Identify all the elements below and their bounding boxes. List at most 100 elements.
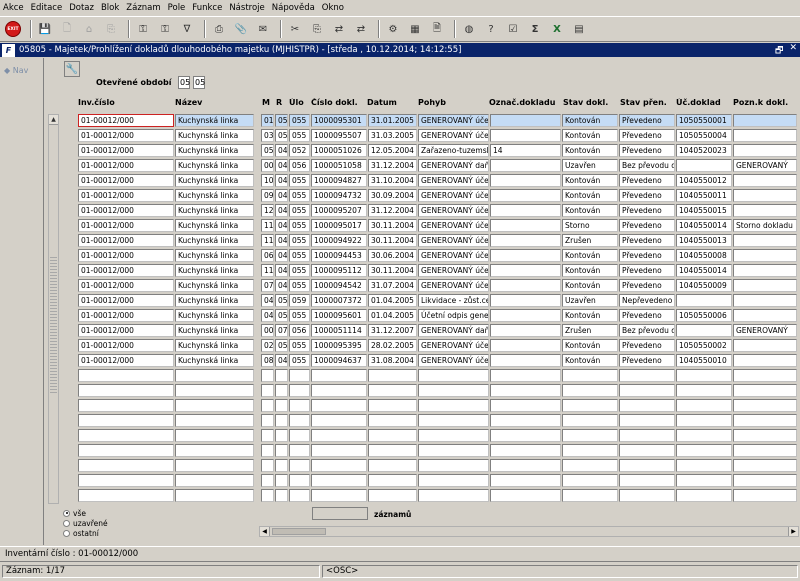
cell-date[interactable] [368, 474, 417, 487]
cell-stav[interactable] [562, 429, 618, 442]
cell-r[interactable] [275, 429, 288, 442]
scissors-icon[interactable]: ✂ [286, 20, 304, 38]
cell-r[interactable] [275, 489, 288, 502]
radio-icon[interactable] [63, 529, 70, 537]
cell-inv[interactable]: 01-00012/000 [78, 129, 174, 142]
cell-name[interactable]: Kuchynská linka [175, 324, 254, 337]
cell-pozn[interactable] [733, 294, 797, 307]
cell-inv[interactable]: 01-00012/000 [78, 159, 174, 172]
cell-ucd[interactable] [676, 384, 732, 397]
cell-date[interactable]: 28.02.2005 [368, 339, 417, 352]
cell-pohyb[interactable]: GENEROVANÝ účetní [418, 219, 489, 232]
cell-pozn[interactable]: GENEROVANÝ [733, 324, 797, 337]
cell-stavp[interactable] [619, 369, 675, 382]
cell-pozn[interactable] [733, 204, 797, 217]
cell-pohyb[interactable]: GENEROVANÝ účetní [418, 114, 489, 127]
cell-r[interactable]: 04 [275, 144, 288, 157]
cell-oznac[interactable] [490, 279, 561, 292]
cell-stavp[interactable]: Převedeno [619, 204, 675, 217]
cell-ulo[interactable] [289, 489, 310, 502]
cell-name[interactable] [175, 369, 254, 382]
horizontal-scroll-thumb[interactable] [272, 528, 326, 535]
cell-oznac[interactable]: 14 [490, 144, 561, 157]
cell-oznac[interactable] [490, 444, 561, 457]
cell-oznac[interactable] [490, 354, 561, 367]
tools-button[interactable]: 🔧 [64, 61, 80, 77]
close-button[interactable]: ✕ [789, 43, 797, 59]
cell-stav[interactable] [562, 399, 618, 412]
scroll-left-icon[interactable]: ◀ [260, 527, 270, 536]
cell-r[interactable] [275, 474, 288, 487]
cell-r[interactable]: 04 [275, 279, 288, 292]
cell-stav[interactable]: Zrušen [562, 234, 618, 247]
cell-doc[interactable]: 1000007372 [311, 294, 367, 307]
cell-stavp[interactable]: Převedeno [619, 189, 675, 202]
cell-pohyb[interactable]: GENEROVANÝ účetní [418, 234, 489, 247]
cell-stav[interactable]: Kontován [562, 309, 618, 322]
cell-pohyb[interactable]: GENEROVANÝ účetní [418, 279, 489, 292]
exit-button[interactable]: EXIT [4, 20, 22, 38]
cell-doc[interactable]: 1000094732 [311, 189, 367, 202]
cell-m[interactable]: 06 [261, 249, 274, 262]
cell-ulo[interactable]: 056 [289, 159, 310, 172]
cell-date[interactable]: 31.01.2005 [368, 114, 417, 127]
cell-ulo[interactable] [289, 474, 310, 487]
cell-stav[interactable]: Zrušen [562, 324, 618, 337]
cell-r[interactable]: 04 [275, 189, 288, 202]
key-icon[interactable]: ⚿ [156, 20, 174, 38]
cell-stav[interactable] [562, 444, 618, 457]
cell-name[interactable] [175, 459, 254, 472]
cell-date[interactable] [368, 459, 417, 472]
table-icon[interactable]: ▦ [406, 20, 424, 38]
cell-name[interactable]: Kuchynská linka [175, 174, 254, 187]
cell-stavp[interactable] [619, 474, 675, 487]
cell-ucd[interactable] [676, 459, 732, 472]
cell-ucd[interactable] [676, 444, 732, 457]
filter-icon[interactable]: ∇ [178, 20, 196, 38]
cell-stav[interactable]: Storno [562, 219, 618, 232]
cell-oznac[interactable] [490, 474, 561, 487]
cell-m[interactable]: 07 [261, 279, 274, 292]
cell-ulo[interactable]: 055 [289, 264, 310, 277]
document-icon[interactable]: 🗎 [428, 20, 446, 38]
cell-m[interactable] [261, 489, 274, 502]
cell-m[interactable]: 11 [261, 219, 274, 232]
cell-doc[interactable]: 1000051026 [311, 144, 367, 157]
cell-inv[interactable] [78, 429, 174, 442]
cell-m[interactable]: 03 [261, 129, 274, 142]
cell-date[interactable]: 01.04.2005 [368, 309, 417, 322]
cell-inv[interactable] [78, 474, 174, 487]
cell-ucd[interactable]: 1040520023 [676, 144, 732, 157]
cell-stav[interactable]: Uzavřen [562, 294, 618, 307]
cell-stavp[interactable]: Převedeno [619, 309, 675, 322]
cell-date[interactable]: 30.11.2004 [368, 219, 417, 232]
cell-pozn[interactable] [733, 339, 797, 352]
cell-ulo[interactable]: 056 [289, 324, 310, 337]
cell-inv[interactable]: 01-00012/000 [78, 264, 174, 277]
home-icon[interactable]: ⌂ [80, 20, 98, 38]
cell-ulo[interactable]: 055 [289, 174, 310, 187]
cell-inv[interactable]: 01-00012/000 [78, 189, 174, 202]
radio-option[interactable]: ostatní [63, 528, 108, 538]
cell-date[interactable]: 30.09.2004 [368, 189, 417, 202]
cell-ucd[interactable] [676, 429, 732, 442]
cell-date[interactable] [368, 444, 417, 457]
cell-ulo[interactable]: 055 [289, 279, 310, 292]
cell-oznac[interactable] [490, 219, 561, 232]
cell-pozn[interactable] [733, 279, 797, 292]
cell-date[interactable]: 31.03.2005 [368, 129, 417, 142]
cell-stavp[interactable]: Nepřevedeno [619, 294, 675, 307]
cell-pohyb[interactable] [418, 489, 489, 502]
cell-r[interactable]: 04 [275, 264, 288, 277]
cell-ucd[interactable] [676, 369, 732, 382]
cell-date[interactable] [368, 369, 417, 382]
cell-date[interactable]: 31.08.2004 [368, 354, 417, 367]
printer-icon[interactable]: ⎙ [210, 20, 228, 38]
cell-r[interactable]: 05 [275, 294, 288, 307]
cell-ucd[interactable]: 1050550002 [676, 339, 732, 352]
cell-ucd[interactable]: 1050550004 [676, 129, 732, 142]
cell-date[interactable] [368, 489, 417, 502]
cell-inv[interactable]: 01-00012/000 [78, 204, 174, 217]
cell-m[interactable] [261, 474, 274, 487]
period-to-field[interactable]: 05 [193, 76, 205, 89]
